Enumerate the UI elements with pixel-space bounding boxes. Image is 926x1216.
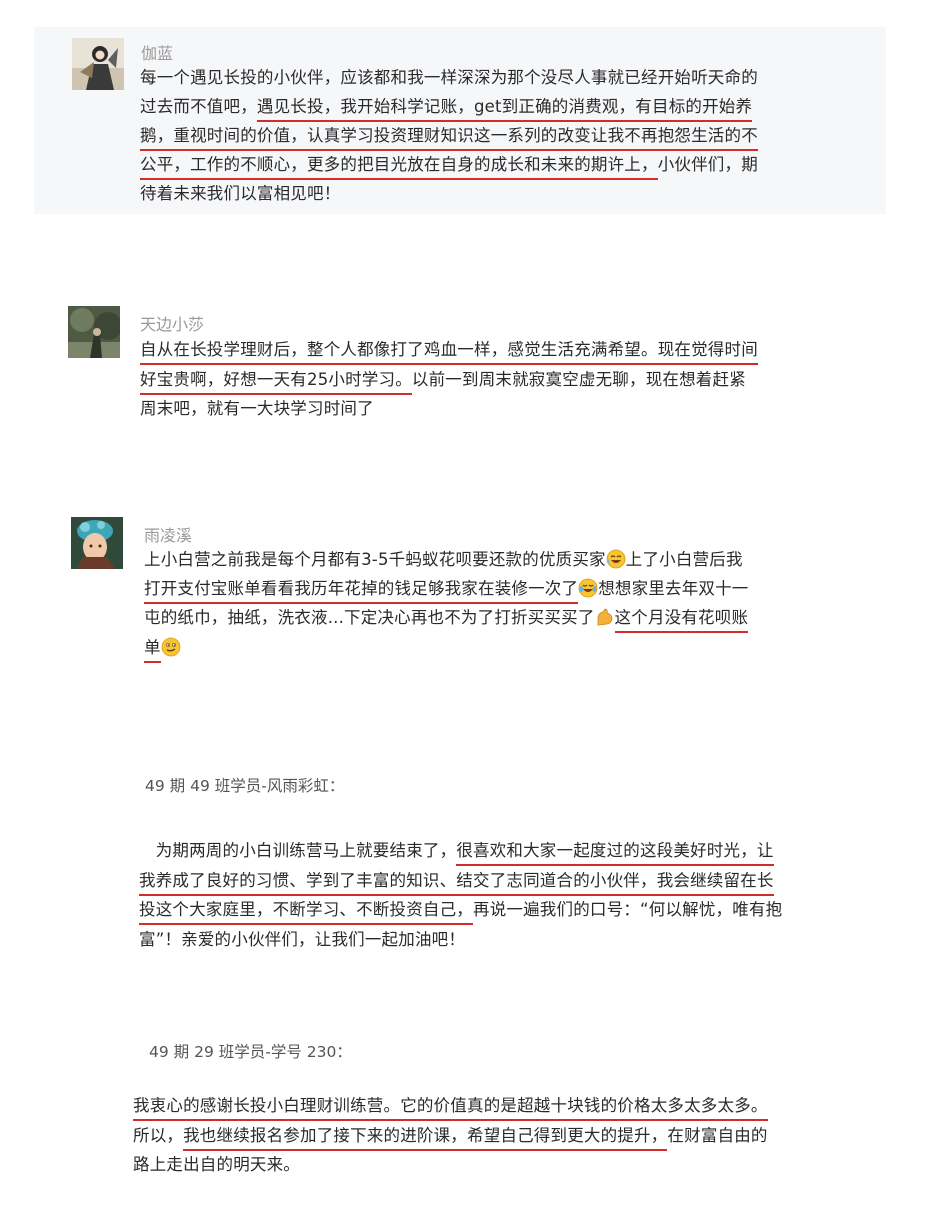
text-segment: 再说一遍我们的口号：“何以解忧，唯有抱 xyxy=(473,900,783,919)
text-segment: 为期两周的小白训练营马上就要结束了， xyxy=(139,841,457,860)
flexed-biceps-emoji xyxy=(595,607,615,627)
text-line: 投这个大家庭里，不断学习、不断投资自己，再说一遍我们的口号：“何以解忧，唯有抱 xyxy=(139,898,783,925)
text-line: 屯的纸巾，抽纸，洗衣液...下定决心再也不为了打折买买买了 这个月没有花呗账 xyxy=(144,606,749,633)
avatar-yulingxi[interactable] xyxy=(71,517,123,569)
text-segment: 过去而不值吧， xyxy=(140,97,257,116)
text-segment: 在财富自由的 xyxy=(667,1126,768,1145)
underlined-text: 投这个大家庭里，不断学习、不断投资自己， xyxy=(139,900,473,925)
text-line: 所以，我也继续报名参加了接下来的进阶课，希望自己得到更大的提升，在财富自由的 xyxy=(133,1124,768,1151)
text-line: 路上走出自的明天来。 xyxy=(133,1153,300,1177)
text-line: 打开支付宝账单看看我历年花掉的钱足够我家在装修一次了 想想家里去年双十一 xyxy=(144,577,749,604)
smirk-emoji xyxy=(161,637,181,657)
text-line: 每一个遇见长投的小伙伴，应该都和我一样深深为那个没尽人事就已经开始听天命的 xyxy=(140,66,758,90)
text-segment: 以前一到周末就寂寞空虚无聊，现在想着赶紧 xyxy=(411,370,746,389)
text-line: 鹅，重视时间的价值，认真学习投资理财知识这一系列的改变让我不再抱怨生活的不 xyxy=(140,124,758,151)
underlined-text: 现在觉得时间 xyxy=(657,340,758,365)
text-segment: 待着未来我们以富相见吧！ xyxy=(140,184,341,203)
text-line: 好宝贵啊，好想一天有25小时学习。以前一到周末就寂寞空虚无聊，现在想着赶紧 xyxy=(140,368,746,395)
underlined-text: 这个月没有花呗账 xyxy=(614,608,749,633)
post-caption: 49 期 29 班学员-学号 230： xyxy=(149,1043,352,1061)
text-line: 我衷心的感谢长投小白理财训练营。它的价值真的是超越十块钱的价格太多太多太多。 xyxy=(133,1094,768,1121)
text-line: 富”！亲爱的小伙伴们，让我们一起加油吧！ xyxy=(139,928,465,952)
text-line: 我养成了良好的习惯、学到了丰富的知识、结交了志同道合的小伙伴，我会继续留在长 xyxy=(139,869,774,896)
underlined-text: 鹅，重视时间的价值，认真学习投资理财知识这一系列的改变让我不再抱怨生活的不 xyxy=(140,126,758,151)
text-segment: 小伙伴们，期 xyxy=(657,155,758,174)
tears-of-joy-emoji xyxy=(578,578,598,598)
underlined-text: 公平，工作的不顺心，更多的把目光放在自身的成长和未来的期许上， xyxy=(140,155,658,180)
text-segment: 上了小白营后我 xyxy=(625,550,743,569)
commenter-name[interactable]: 天边小莎 xyxy=(140,311,204,335)
text-segment: 路上走出自的明天来。 xyxy=(133,1155,300,1174)
text-line: 为期两周的小白训练营马上就要结束了，很喜欢和大家一起度过的这段美好时光，让 xyxy=(139,839,774,866)
text-line: 公平，工作的不顺心，更多的把目光放在自身的成长和未来的期许上，小伙伴们，期 xyxy=(140,153,758,180)
text-segment: 所以， xyxy=(133,1126,184,1145)
underlined-text: 好宝贵啊，好想一天有25小时学习。 xyxy=(140,370,412,395)
underlined-text: 我也继续报名参加了接下来的进阶课，希望自己得到更大的提升， xyxy=(183,1126,668,1151)
underlined-text: 我养成了良好的习惯、学到了丰富的知识、结交了志同道合的小伙伴，我会继续留在长 xyxy=(139,871,774,896)
text-segment: 周末吧，就有一大块学习时间了 xyxy=(140,399,374,418)
avatar-jialan[interactable] xyxy=(72,38,124,90)
underlined-text: 很喜欢和大家一起度过的这段美好时光，让 xyxy=(456,841,774,866)
text-segment: 富”！亲爱的小伙伴们，让我们一起加油吧！ xyxy=(139,930,466,949)
text-line: 单 xyxy=(144,636,181,663)
post-caption: 49 期 49 班学员-风雨彩虹： xyxy=(145,777,345,795)
underlined-text: 自从在长投学理财后，整个人都像打了鸡血一样，感觉生活充满希望。 xyxy=(140,340,658,365)
underlined-text: 我衷心的感谢长投小白理财训练营。它的价值真的是超越十块钱的价格太多太多太多。 xyxy=(133,1096,768,1121)
text-line: 待着未来我们以富相见吧！ xyxy=(140,182,340,206)
underlined-text: 遇见长投，我开始科学记账，get到正确的消费观，有目标的开始养 xyxy=(256,97,753,122)
commenter-name[interactable]: 雨凌溪 xyxy=(144,522,192,546)
text-segment: 屯的纸巾，抽纸，洗衣液...下定决心再也不为了打折买买买了 xyxy=(144,608,595,627)
text-line: 周末吧，就有一大块学习时间了 xyxy=(140,397,374,421)
underlined-text: 单 xyxy=(144,638,161,663)
text-line: 过去而不值吧，遇见长投，我开始科学记账，get到正确的消费观，有目标的开始养 xyxy=(140,95,753,122)
text-segment: 上小白营之前我是每个月都有3-5千蚂蚁花呗要还款的优质买家 xyxy=(144,550,606,569)
text-line: 上小白营之前我是每个月都有3-5千蚂蚁花呗要还款的优质买家 上了小白营后我 xyxy=(144,548,743,572)
underlined-text: 打开支付宝账单看看我历年花掉的钱足够我家在装修一次了 xyxy=(144,579,579,604)
text-segment: 想想家里去年双十一 xyxy=(598,579,749,598)
text-line: 自从在长投学理财后，整个人都像打了鸡血一样，感觉生活充满希望。现在觉得时间 xyxy=(140,338,758,365)
cry-laugh-emoji xyxy=(606,549,626,569)
commenter-name[interactable]: 伽蓝 xyxy=(141,40,173,64)
avatar-tianbianxiaosha[interactable] xyxy=(68,306,120,358)
text-segment: 每一个遇见长投的小伙伴，应该都和我一样深深为那个没尽人事就已经开始听天命的 xyxy=(140,68,758,87)
